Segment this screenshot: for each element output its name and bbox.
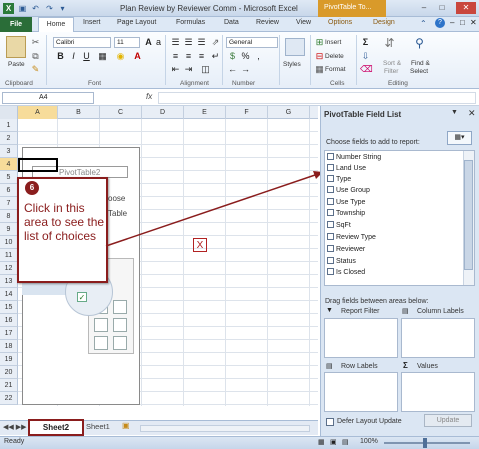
checkbox-icon[interactable] [327,164,334,171]
field-label: Status [336,258,356,265]
column-labels-label: Column Labels [417,308,464,315]
checkbox-icon[interactable] [327,268,334,275]
field-label: Use Group [336,187,370,194]
field-label: Is Closed [336,269,366,276]
field-list-layout-button[interactable]: ▦▾ [447,131,472,145]
field-item[interactable]: Status [327,257,356,265]
layout-icon: ▦▾ [454,134,465,141]
field-item[interactable]: Number String [327,153,381,161]
field-item[interactable]: Review Type [327,233,376,241]
field-label: Reviewer [336,246,366,253]
field-item[interactable]: Land Use [327,164,366,172]
zoom-slider-thumb[interactable] [423,438,427,448]
field-label: Type [336,176,352,183]
sheet-nav-icon[interactable]: ◀◀ ▶▶ [3,423,26,431]
checkbox-icon[interactable] [327,245,334,252]
field-item[interactable]: Is Closed [327,268,365,276]
field-label: Land Use [336,165,366,172]
values-label: Values [417,363,438,370]
field-item[interactable]: Reviewer [327,245,365,253]
row-labels-zone[interactable] [324,372,398,412]
report-filter-label: Report Filter [341,308,380,315]
checkbox-icon[interactable] [327,198,334,205]
checkbox-icon[interactable] [327,233,334,240]
pane-options-icon[interactable]: ▼ [451,109,458,116]
pane-title: PivotTable Field List [324,110,402,119]
zoom-level[interactable]: 100% [360,438,378,445]
filter-icon: ▼ [326,307,333,314]
checkbox-icon[interactable] [327,221,334,228]
field-label: Township [336,210,366,217]
page-layout-view-icon[interactable]: ▣ [330,438,337,446]
field-item[interactable]: Use Group [327,186,370,194]
zoom-slider[interactable] [384,442,470,444]
defer-layout-checkbox[interactable] [326,418,334,426]
checkbox-icon[interactable] [327,257,334,264]
pane-close-icon[interactable]: ✕ [468,108,476,119]
field-item[interactable]: Type [327,175,351,183]
column-labels-zone[interactable] [401,318,475,358]
field-item[interactable]: Use Type [327,198,365,206]
field-list-scroll-thumb[interactable] [464,160,473,270]
rows-icon: ▤ [326,363,333,370]
field-label: Use Type [336,199,366,206]
sheet-tab-sheet2[interactable]: Sheet2 [28,419,84,436]
drag-fields-label: Drag fields between areas below: [325,298,429,305]
columns-icon: ▤ [402,308,409,315]
field-item[interactable]: Township [327,209,365,217]
sheet-tab-sheet1[interactable]: Sheet1 [86,422,110,431]
checkbox-icon[interactable] [327,175,334,182]
report-filter-zone[interactable] [324,318,398,358]
field-label: Review Type [336,234,376,241]
row-labels-label: Row Labels [341,363,378,370]
insert-sheet-icon[interactable]: ▣ [122,421,130,430]
x-marker: X [193,238,207,252]
field-label: SqFt [336,222,351,229]
checkbox-icon[interactable] [327,153,334,160]
horizontal-scrollbar[interactable] [140,425,310,432]
status-ready: Ready [4,438,25,445]
sum-icon: Σ [403,361,408,370]
page-break-view-icon[interactable]: ▤ [342,438,349,446]
checkbox-icon[interactable] [327,209,334,216]
field-item[interactable]: SqFt [327,221,351,229]
update-button[interactable]: Update [424,414,472,427]
choose-fields-label: Choose fields to add to report: [326,139,420,146]
normal-view-icon[interactable]: ▦ [318,438,325,446]
checkbox-icon[interactable] [327,186,334,193]
field-label: Number String [336,154,382,161]
values-zone[interactable] [401,372,475,412]
defer-layout-label: Defer Layout Update [337,418,402,425]
